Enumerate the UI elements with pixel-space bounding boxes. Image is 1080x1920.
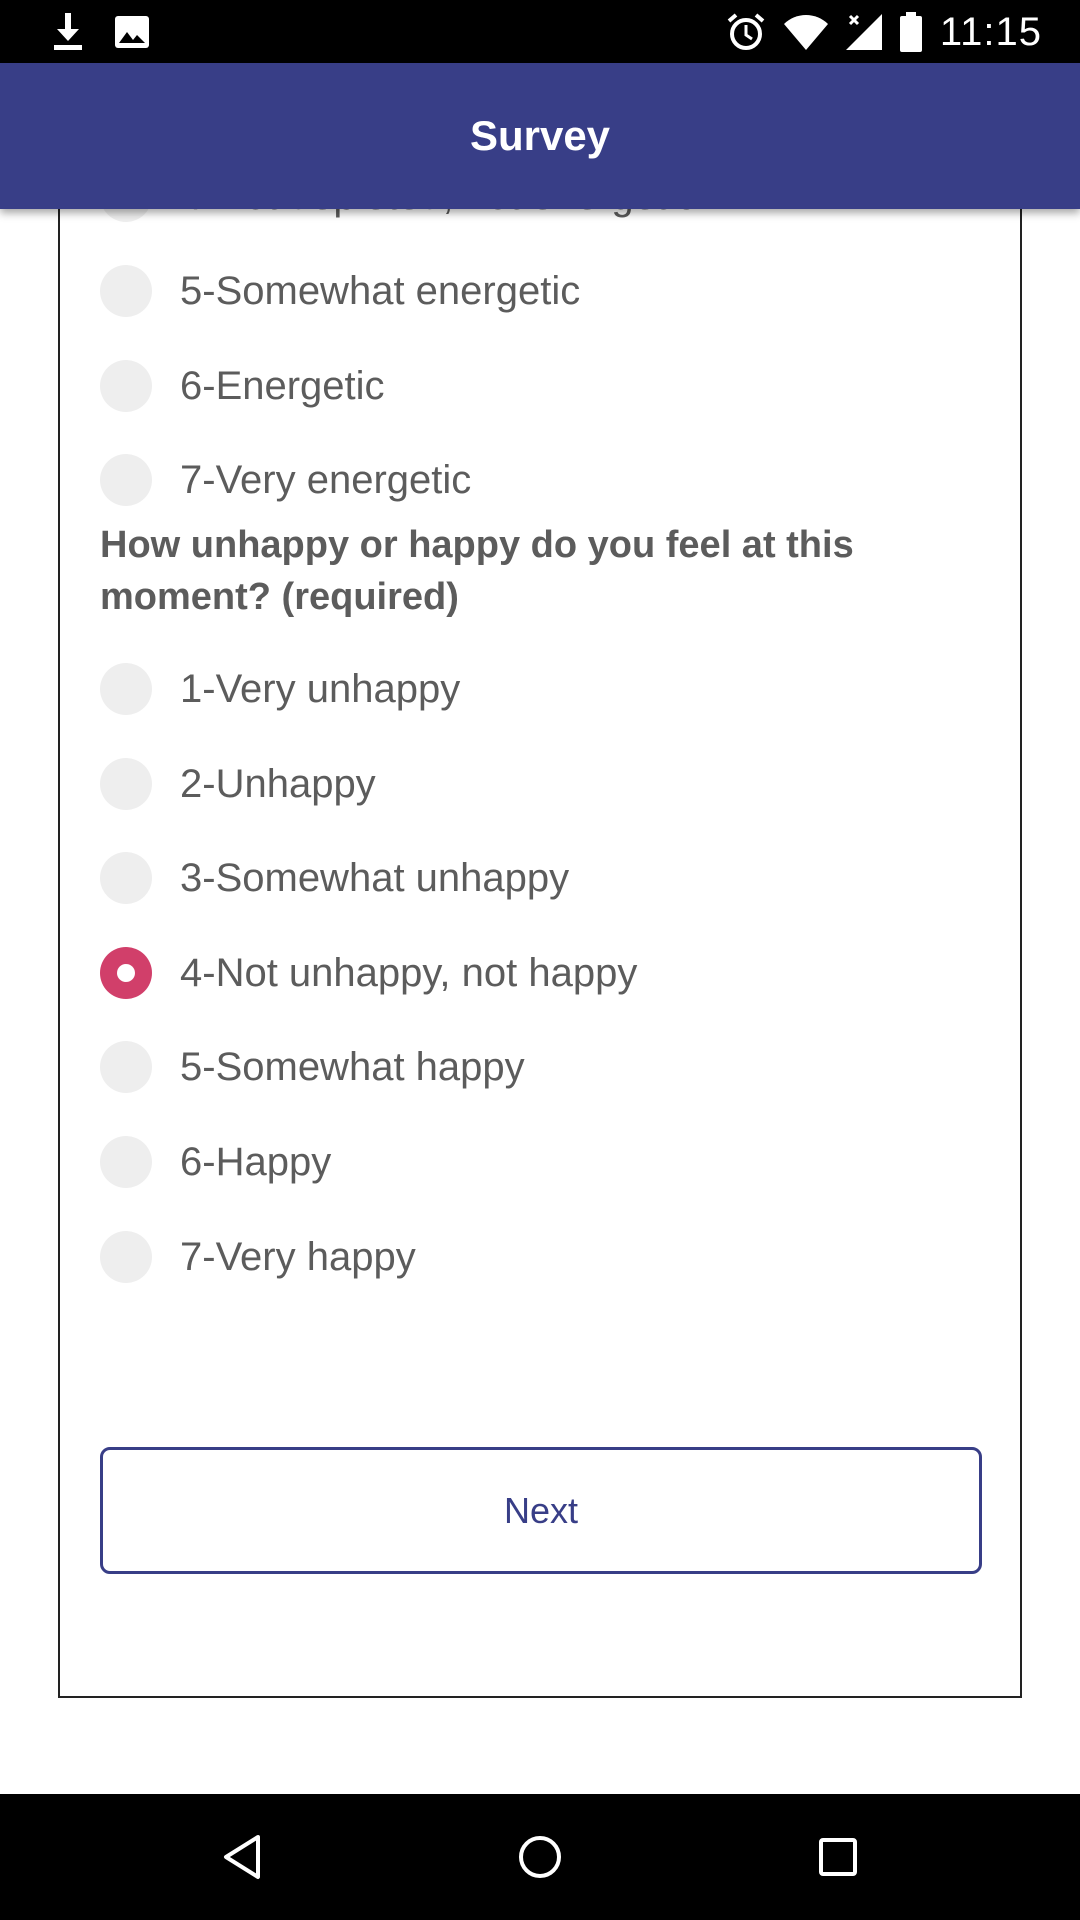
option-q2-7[interactable]: 7-Very happy (100, 1227, 416, 1287)
option-q1-7[interactable]: 7-Very energetic (100, 450, 471, 510)
back-icon[interactable] (212, 1827, 272, 1887)
option-q2-2[interactable]: 2-Unhappy (100, 754, 376, 814)
option-label: 2-Unhappy (180, 761, 376, 806)
question-title: How unhappy or happy do you feel at this… (100, 524, 854, 618)
status-bar: 11:15 (0, 0, 1080, 63)
download-icon (52, 13, 84, 51)
option-label: 1-Very unhappy (180, 666, 461, 711)
image-icon (114, 15, 150, 49)
radio-button-selected[interactable] (100, 947, 152, 999)
next-button[interactable]: Next (100, 1447, 982, 1574)
radio-button[interactable] (100, 758, 152, 810)
alarm-icon (726, 12, 766, 52)
radio-button[interactable] (100, 663, 152, 715)
option-label: 7-Very energetic (180, 457, 472, 502)
clock-time: 11:15 (939, 9, 1042, 54)
radio-button[interactable] (100, 265, 152, 317)
radio-button[interactable] (100, 852, 152, 904)
option-label: 3-Somewhat unhappy (180, 855, 570, 900)
survey-card: 4-Not depleted, not energetic 5-Somewhat… (58, 209, 1022, 1698)
option-q2-4[interactable]: 4-Not unhappy, not happy (100, 943, 637, 1003)
option-q1-6[interactable]: 6-Energetic (100, 356, 385, 416)
option-q1-4[interactable]: 4-Not depleted, not energetic (100, 209, 696, 226)
radio-button[interactable] (100, 1041, 152, 1093)
home-icon[interactable] (510, 1827, 570, 1887)
option-label: 4-Not depleted, not energetic (180, 209, 696, 219)
option-label: 5-Somewhat energetic (180, 268, 581, 313)
option-label: 5-Somewhat happy (180, 1044, 525, 1089)
option-q2-6[interactable]: 6-Happy (100, 1132, 331, 1192)
signal-icon (845, 14, 882, 50)
option-q2-1[interactable]: 1-Very unhappy (100, 659, 460, 719)
survey-content[interactable]: 4-Not depleted, not energetic 5-Somewhat… (0, 209, 1080, 1794)
radio-button[interactable] (100, 454, 152, 506)
option-label: 6-Happy (180, 1139, 332, 1184)
radio-button[interactable] (100, 360, 152, 412)
option-q2-3[interactable]: 3-Somewhat unhappy (100, 848, 569, 908)
app-bar: Survey (0, 63, 1080, 209)
navigation-bar (0, 1794, 1080, 1920)
recents-icon[interactable] (808, 1827, 868, 1887)
radio-button[interactable] (100, 1231, 152, 1283)
option-label: 6-Energetic (180, 363, 385, 408)
battery-icon (899, 12, 922, 52)
wifi-icon (783, 14, 828, 50)
option-label: 4-Not unhappy, not happy (180, 950, 638, 995)
radio-button[interactable] (100, 209, 152, 222)
option-label: 7-Very happy (180, 1234, 416, 1279)
radio-button[interactable] (100, 1136, 152, 1188)
option-q1-5[interactable]: 5-Somewhat energetic (100, 261, 580, 321)
option-q2-5[interactable]: 5-Somewhat happy (100, 1037, 525, 1097)
app-title: Survey (469, 112, 611, 159)
